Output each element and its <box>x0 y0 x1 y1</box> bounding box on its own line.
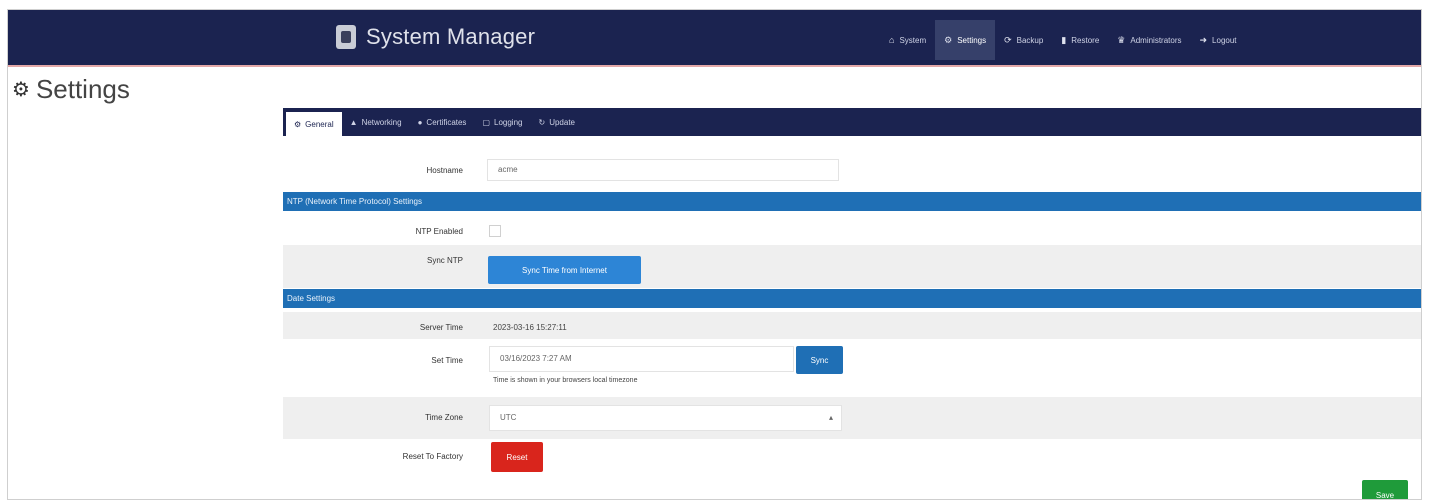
server-time-row: Server Time 2023-03-16 15:27:11 <box>283 312 1421 339</box>
nav-logout[interactable]: ➜ Logout <box>1191 20 1246 60</box>
gear-icon: ⚙ <box>944 34 953 45</box>
tab-logging[interactable]: ▢ Logging <box>474 111 530 133</box>
nav-settings[interactable]: ⚙ Settings <box>935 20 996 60</box>
settings-tabs: ⚙ General ▲ Networking ● Certificates ▢ … <box>283 108 1421 136</box>
tab-update[interactable]: ↻ Update <box>530 111 583 133</box>
sync-ntp-row: Sync NTP Sync Time from Internet <box>283 245 1421 288</box>
time-zone-select[interactable]: UTC <box>489 405 842 431</box>
set-time-label: Set Time <box>431 356 463 365</box>
tab-label: Certificates <box>426 117 467 127</box>
sync-time-from-internet-button[interactable]: Sync Time from Internet <box>488 256 641 284</box>
nav-administrators[interactable]: ♛ Administrators <box>1108 20 1190 60</box>
nav-label: Administrators <box>1130 35 1182 45</box>
nav-label: Backup <box>1016 35 1044 45</box>
set-time-input[interactable]: 03/16/2023 7:27 AM <box>489 346 794 372</box>
ntp-section-header: NTP (Network Time Protocol) Settings <box>283 192 1421 211</box>
refresh-icon: ⟳ <box>1004 34 1012 45</box>
home-icon: ⌂ <box>889 35 895 45</box>
hostname-label: Hostname <box>426 166 463 175</box>
tab-label: Networking <box>361 117 402 127</box>
tab-label: Update <box>549 117 575 127</box>
page-title-text: Settings <box>35 74 130 104</box>
gears-icon: ⚙ <box>12 79 30 101</box>
brand[interactable]: System Manager <box>336 24 535 50</box>
date-section-header: Date Settings <box>283 289 1421 308</box>
ntp-enabled-label: NTP Enabled <box>415 227 463 236</box>
tab-certificates[interactable]: ● Certificates <box>410 111 475 133</box>
time-zone-row: Time Zone UTC ▴ <box>283 397 1421 439</box>
app-window: System Manager ⌂ System ⚙ Settings ⟳ Bac… <box>7 9 1422 500</box>
tab-label: Logging <box>494 117 523 127</box>
logout-icon: ➜ <box>1199 34 1208 45</box>
reset-button[interactable]: Reset <box>491 442 543 472</box>
nav-label: Restore <box>1071 35 1100 45</box>
gear-icon: ⚙ <box>294 119 302 129</box>
server-icon <box>336 25 356 49</box>
time-zone-label: Time Zone <box>425 413 463 422</box>
top-navbar: System Manager ⌂ System ⚙ Settings ⟳ Bac… <box>8 10 1421 67</box>
server-time-value: 2023-03-16 15:27:11 <box>493 323 567 332</box>
nav-backup[interactable]: ⟳ Backup <box>995 20 1052 60</box>
ntp-enabled-row: NTP Enabled <box>283 217 1421 243</box>
hostname-input[interactable]: acme <box>487 159 839 181</box>
tab-general[interactable]: ⚙ General <box>286 112 342 136</box>
set-time-row: Set Time 03/16/2023 7:27 AM Sync Time is… <box>283 341 1421 397</box>
update-icon: ↻ <box>538 117 546 127</box>
reset-row: Reset To Factory Reset <box>283 440 1421 480</box>
network-icon: ▲ <box>349 117 358 127</box>
ntp-enabled-checkbox[interactable] <box>489 225 501 237</box>
nav-label: Logout <box>1212 35 1237 45</box>
save-button[interactable]: Save <box>1362 480 1408 499</box>
tab-label: General <box>305 119 334 129</box>
server-time-label: Server Time <box>419 323 463 332</box>
reset-to-factory-label: Reset To Factory <box>402 452 463 461</box>
hostname-row: Hostname acme <box>283 156 1421 184</box>
nav-menu: ⌂ System ⚙ Settings ⟳ Backup ▮ Restore ♛… <box>880 20 1246 60</box>
file-icon: ▢ <box>482 117 490 127</box>
sync-ntp-label: Sync NTP <box>426 256 463 265</box>
crown-icon: ♛ <box>1117 34 1126 45</box>
chevron-up-icon: ▴ <box>829 413 834 422</box>
nav-restore[interactable]: ▮ Restore <box>1052 20 1108 60</box>
nav-system[interactable]: ⌂ System <box>880 20 935 60</box>
app-title: System Manager <box>366 24 536 49</box>
nav-label: Settings <box>957 35 987 45</box>
restore-icon: ▮ <box>1061 34 1067 45</box>
set-time-help-text: Time is shown in your browsers local tim… <box>493 377 638 384</box>
sync-button[interactable]: Sync <box>796 346 843 374</box>
page-title: ⚙ Settings <box>12 74 130 105</box>
nav-label: System <box>899 35 927 45</box>
certificate-icon: ● <box>417 117 423 127</box>
tab-networking[interactable]: ▲ Networking <box>342 111 410 133</box>
